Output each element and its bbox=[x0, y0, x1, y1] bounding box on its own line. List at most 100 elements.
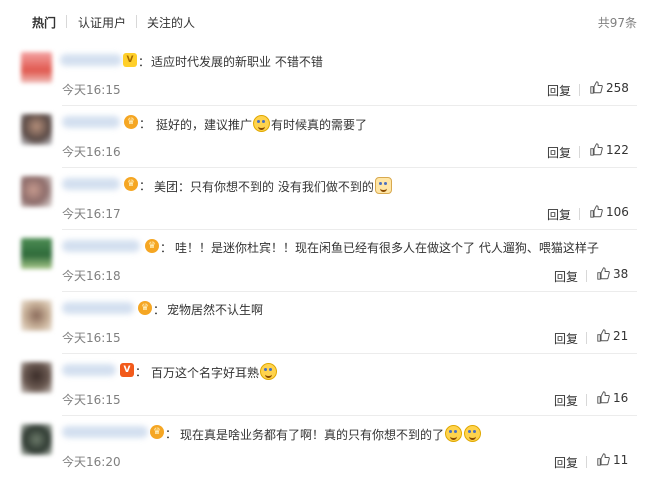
avatar[interactable] bbox=[21, 52, 52, 83]
like-button[interactable]: 106 bbox=[590, 205, 629, 219]
comment-text: 现在真是啥业务都有了啊！真的只有你想不到的了 bbox=[180, 425, 482, 443]
comment-text-part: 美团：只有你想不到的 没有我们做不到的 bbox=[154, 180, 374, 194]
tab-following[interactable]: 关注的人 bbox=[147, 14, 195, 31]
action-divider bbox=[579, 208, 580, 220]
thumbs-up-icon bbox=[597, 267, 610, 280]
comment-text: 哇！！是迷你杜宾！！现在闲鱼已经有很多人在做这个了 代人遛狗、喂猫这样子 bbox=[175, 241, 599, 255]
v-badge-icon: V bbox=[120, 363, 134, 377]
comment-time: 今天16:16 bbox=[62, 145, 121, 159]
like-count: 258 bbox=[606, 81, 629, 95]
action-divider bbox=[586, 332, 587, 344]
action-divider bbox=[579, 146, 580, 158]
action-divider bbox=[586, 270, 587, 282]
comment-text-part: 挺好的，建议推广 bbox=[156, 118, 253, 132]
thumbs-up-icon bbox=[590, 81, 603, 94]
reply-button[interactable]: 回复 bbox=[547, 144, 571, 161]
comment-item: V ： 适应时代发展的新职业 不错不错 今天16:15 回复 258 bbox=[0, 44, 657, 106]
username-blurred[interactable] bbox=[62, 178, 120, 190]
colon: ： bbox=[139, 179, 152, 193]
tab-divider bbox=[136, 15, 137, 28]
v-badge-icon: V bbox=[123, 53, 137, 67]
comment-text-part: 百万这个名字好耳熟 bbox=[151, 366, 260, 380]
thumbs-up-icon bbox=[590, 205, 603, 218]
reply-button[interactable]: 回复 bbox=[554, 330, 578, 347]
comment-text-part: 现在真是啥业务都有了啊！真的只有你想不到的了 bbox=[180, 428, 445, 442]
username-blurred[interactable] bbox=[62, 116, 120, 128]
crown-badge-icon: ♛ bbox=[138, 301, 152, 315]
tab-divider bbox=[66, 15, 67, 28]
like-button[interactable]: 122 bbox=[590, 143, 629, 157]
like-button[interactable]: 38 bbox=[597, 267, 628, 281]
username-blurred[interactable] bbox=[62, 364, 116, 376]
comment-text: 适应时代发展的新职业 不错不错 bbox=[151, 55, 323, 69]
comment-time: 今天16:17 bbox=[62, 207, 121, 221]
like-button[interactable]: 21 bbox=[597, 329, 628, 343]
avatar[interactable] bbox=[21, 362, 52, 393]
crown-badge-icon: ♛ bbox=[145, 239, 159, 253]
grin-emoji-icon bbox=[253, 115, 271, 132]
like-count: 16 bbox=[613, 391, 629, 405]
comment-tabs: 热门 认证用户 关注的人 共97条 bbox=[0, 0, 657, 44]
avatar[interactable] bbox=[21, 238, 52, 269]
thumbs-up-icon bbox=[597, 453, 610, 466]
crown-badge-icon: ♛ bbox=[124, 115, 138, 129]
thumbs-up-icon bbox=[597, 329, 610, 342]
cat-emoji-icon bbox=[374, 177, 392, 194]
colon: ： bbox=[135, 365, 148, 379]
like-count: 38 bbox=[613, 267, 629, 281]
username-blurred[interactable] bbox=[62, 302, 134, 314]
comment-time: 今天16:18 bbox=[62, 269, 121, 283]
reply-button[interactable]: 回复 bbox=[554, 268, 578, 285]
reply-button[interactable]: 回复 bbox=[547, 82, 571, 99]
action-divider bbox=[586, 456, 587, 468]
comment-item: ♛ ： 挺好的，建议推广 有时候真的需要了 今天16:16 回复 122 bbox=[0, 106, 657, 168]
like-count: 11 bbox=[613, 453, 629, 467]
colon: ： bbox=[160, 241, 173, 255]
username-blurred[interactable] bbox=[60, 54, 122, 66]
comment-time: 今天16:15 bbox=[62, 393, 121, 407]
grin-emoji-icon bbox=[445, 425, 463, 442]
avatar[interactable] bbox=[21, 300, 52, 331]
colon: ： bbox=[165, 427, 178, 441]
comment-time: 今天16:15 bbox=[62, 83, 121, 97]
like-button[interactable]: 258 bbox=[590, 81, 629, 95]
comment-time: 今天16:15 bbox=[62, 331, 121, 345]
avatar[interactable] bbox=[21, 176, 52, 207]
comment-text: 百万这个名字好耳熟 bbox=[151, 363, 278, 381]
reply-button[interactable]: 回复 bbox=[554, 392, 578, 409]
like-count: 122 bbox=[606, 143, 629, 157]
comment-item: ♛ ： 宠物居然不认生啊 今天16:15 回复 21 bbox=[0, 292, 657, 354]
action-divider bbox=[579, 84, 580, 96]
comment-time: 今天16:20 bbox=[62, 455, 121, 469]
tab-hot[interactable]: 热门 bbox=[32, 14, 56, 31]
username-blurred[interactable] bbox=[62, 240, 140, 252]
username-blurred[interactable] bbox=[62, 426, 148, 438]
comment-item: ♛ ： 哇！！是迷你杜宾！！现在闲鱼已经有很多人在做这个了 代人遛狗、喂猫这样子… bbox=[0, 230, 657, 292]
comment-text: 美团：只有你想不到的 没有我们做不到的 bbox=[154, 177, 393, 195]
colon: ： bbox=[139, 117, 152, 131]
avatar[interactable] bbox=[21, 424, 52, 455]
like-button[interactable]: 11 bbox=[597, 453, 628, 467]
comment-item: ♛ ： 美团：只有你想不到的 没有我们做不到的 今天16:17 回复 106 bbox=[0, 168, 657, 230]
thumbs-up-icon bbox=[597, 391, 610, 404]
reply-button[interactable]: 回复 bbox=[554, 454, 578, 471]
colon: ： bbox=[138, 55, 151, 69]
colon: ： bbox=[153, 303, 166, 317]
comment-text: 宠物居然不认生啊 bbox=[167, 303, 264, 317]
grin-emoji-icon bbox=[464, 425, 482, 442]
comment-count: 共97条 bbox=[597, 16, 637, 30]
like-count: 21 bbox=[613, 329, 629, 343]
crown-badge-icon: ♛ bbox=[150, 425, 164, 439]
thumbs-up-icon bbox=[590, 143, 603, 156]
crown-badge-icon: ♛ bbox=[124, 177, 138, 191]
reply-button[interactable]: 回复 bbox=[547, 206, 571, 223]
action-divider bbox=[586, 394, 587, 406]
comment-text: 挺好的，建议推广 有时候真的需要了 bbox=[156, 115, 367, 133]
tab-verified[interactable]: 认证用户 bbox=[78, 14, 126, 31]
grin-emoji-icon bbox=[260, 363, 278, 380]
avatar[interactable] bbox=[21, 114, 52, 145]
comment-item: V ： 百万这个名字好耳熟 今天16:15 回复 16 bbox=[0, 354, 657, 416]
like-button[interactable]: 16 bbox=[597, 391, 628, 405]
comment-text-part: 有时候真的需要了 bbox=[271, 118, 368, 132]
like-count: 106 bbox=[606, 205, 629, 219]
